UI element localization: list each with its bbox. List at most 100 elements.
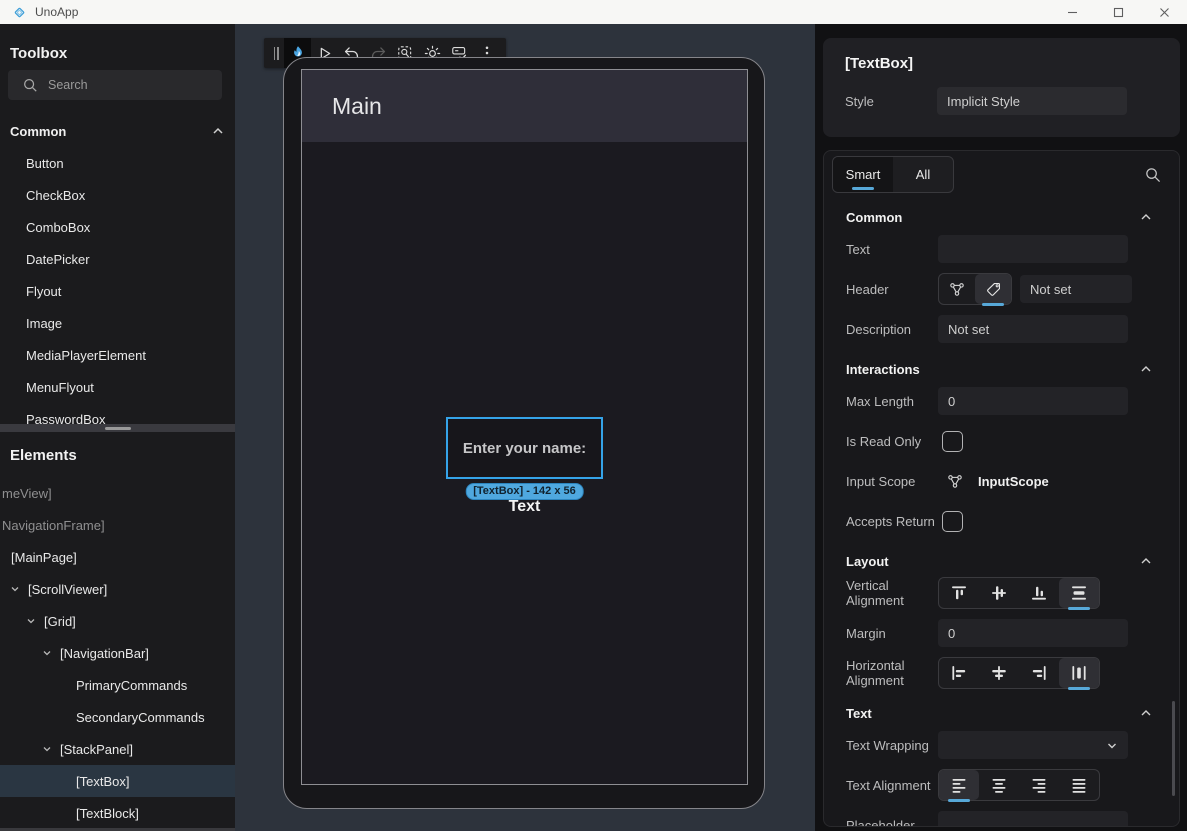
tree-item-mainpage[interactable]: [MainPage] [0,541,235,573]
binding-icon[interactable] [946,472,964,490]
section-header-layout[interactable]: Layout [824,549,1179,573]
text-align-center-button[interactable] [979,770,1019,800]
header-mode-toggle-group [938,273,1012,305]
description-input[interactable] [938,315,1128,343]
valign-top-button[interactable] [939,578,979,608]
binding-icon [948,280,966,298]
style-input[interactable] [937,87,1127,115]
halign-center-button[interactable] [979,658,1019,688]
panel-splitter[interactable] [0,424,235,432]
splitter-handle[interactable] [105,427,131,430]
chevron-down-icon[interactable] [41,647,53,659]
vertical-alignment-toggle-group [938,577,1100,609]
style-label: Style [845,94,937,109]
close-icon [1159,7,1170,18]
toolbox-item-combobox[interactable]: ComboBox [0,211,235,243]
maximize-button[interactable] [1095,0,1141,24]
valign-bottom-button[interactable] [1019,578,1059,608]
tree-item-frameview[interactable]: meView] [0,477,235,509]
section-header-text[interactable]: Text [824,701,1179,725]
literal-value-button[interactable] [975,274,1011,304]
tag-icon [985,281,1002,298]
toolbox-group-common[interactable]: Common [10,120,225,142]
search-icon [22,77,38,93]
align-right-icon [1029,663,1049,683]
align-hcenter-icon [989,663,1009,683]
tree-item-secondarycommands[interactable]: SecondaryCommands [0,701,235,733]
elements-tree: meView] NavigationFrame] [MainPage] [Scr… [0,477,235,829]
toolbox-item-datepicker[interactable]: DatePicker [0,243,235,275]
minimize-button[interactable] [1049,0,1095,24]
placeholder-input[interactable] [938,811,1128,826]
accepts-return-checkbox[interactable] [942,511,963,532]
valign-stretch-button[interactable] [1059,578,1099,608]
text-align-justify-icon [1069,775,1089,795]
text-align-center-icon [989,775,1009,795]
tree-item-stackpanel[interactable]: [StackPanel] [0,733,235,765]
chevron-down-icon[interactable] [9,583,21,595]
search-input[interactable] [48,78,198,92]
margin-input[interactable] [938,619,1128,647]
text-input[interactable] [938,235,1128,263]
chevron-up-icon [211,124,225,138]
chevron-down-icon[interactable] [41,743,53,755]
drag-handle-icon[interactable] [270,38,282,68]
tree-item-scrollviewer[interactable]: [ScrollViewer] [0,573,235,605]
toolbox-item-menuflyout[interactable]: MenuFlyout [0,371,235,403]
halign-stretch-button[interactable] [1059,658,1099,688]
search-icon[interactable] [1144,166,1161,183]
toolbox-item-image[interactable]: Image [0,307,235,339]
header-input[interactable] [1020,275,1132,303]
align-left-icon [949,663,969,683]
section-header-interactions[interactable]: Interactions [824,357,1179,381]
chevron-down-icon [1106,740,1118,752]
tree-item-grid[interactable]: [Grid] [0,605,235,637]
tree-item-navigationbar[interactable]: [NavigationBar] [0,637,235,669]
text-align-right-icon [1029,775,1049,795]
close-button[interactable] [1141,0,1187,24]
binding-mode-button[interactable] [939,274,975,304]
is-read-only-checkbox[interactable] [942,431,963,452]
property-row-text-wrapping: Text Wrapping [824,725,1179,765]
valign-center-button[interactable] [979,578,1019,608]
chevron-down-icon[interactable] [25,615,37,627]
section-header-common[interactable]: Common [824,205,1179,229]
design-canvas[interactable]: Main Enter your name: [TextBox] - 142 x … [235,24,815,831]
uno-logo-icon [12,5,27,20]
text-align-left-button[interactable] [939,770,979,800]
property-row-header: Header [824,269,1179,309]
toolbox-item-button[interactable]: Button [0,147,235,179]
property-row-horizontal-alignment: Horizontal Alignment [824,653,1179,693]
toolbox-item-mediaplayerelement[interactable]: MediaPlayerElement [0,339,235,371]
chevron-up-icon [1139,210,1153,224]
text-align-justify-button[interactable] [1059,770,1099,800]
halign-left-button[interactable] [939,658,979,688]
toolbox-title: Toolbox [10,45,67,62]
device-screen[interactable]: Main Enter your name: [TextBox] - 142 x … [301,69,748,785]
tree-item-primarycommands[interactable]: PrimaryCommands [0,669,235,701]
textblock-element[interactable]: Text [509,498,541,516]
halign-right-button[interactable] [1019,658,1059,688]
property-row-placeholder: Placeholder [824,805,1179,826]
maximize-icon [1113,7,1124,18]
chevron-up-icon [1139,362,1153,376]
align-top-icon [949,583,969,603]
toolbox-item-checkbox[interactable]: CheckBox [0,179,235,211]
window-controls [1049,0,1187,24]
toolbox-search[interactable] [8,70,222,100]
tree-item-textbox[interactable]: [TextBox] [0,765,235,797]
text-wrapping-dropdown[interactable] [938,731,1128,759]
selected-textbox[interactable]: Enter your name: [446,417,603,479]
toolbox-item-flyout[interactable]: Flyout [0,275,235,307]
tab-smart[interactable]: Smart [833,157,893,192]
tree-item-textblock[interactable]: [TextBlock] [0,797,235,829]
tab-all[interactable]: All [893,157,953,192]
input-scope-value[interactable]: InputScope [978,474,1049,489]
text-align-right-button[interactable] [1019,770,1059,800]
property-row-max-length: Max Length [824,381,1179,421]
max-length-input[interactable] [938,387,1128,415]
page-title: Main [332,93,382,120]
tree-item-navigationframe[interactable]: NavigationFrame] [0,509,235,541]
app-navbar[interactable]: Main [302,70,747,142]
scrollbar-thumb[interactable] [1172,701,1175,796]
